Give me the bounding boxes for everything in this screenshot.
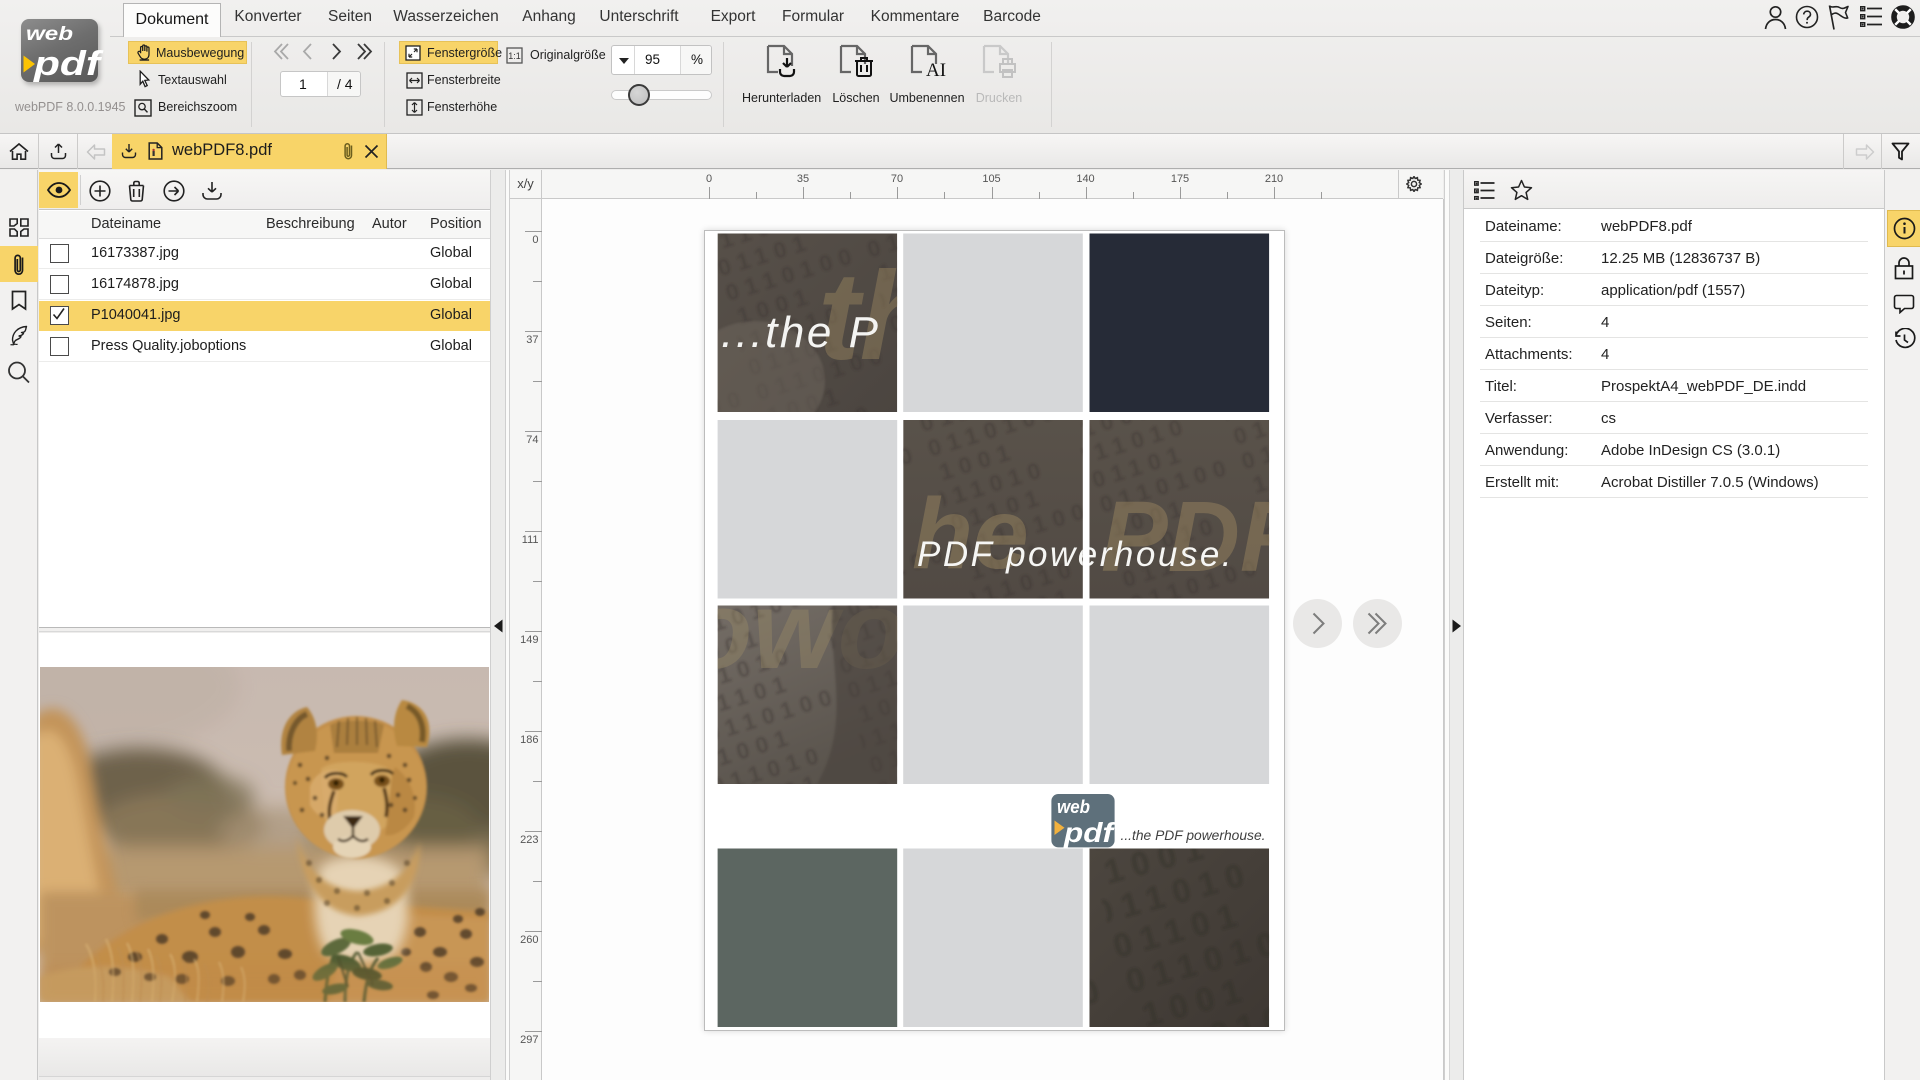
svg-text:pdf: pdf — [1063, 817, 1116, 848]
svg-text:pdf: pdf — [33, 45, 105, 83]
svg-text:...the PDF powerhouse.: ...the PDF powerhouse. — [1121, 828, 1266, 843]
svg-text:AI: AI — [926, 60, 946, 81]
svg-text:web: web — [26, 24, 73, 45]
svg-text:web: web — [1057, 797, 1090, 817]
svg-text:...the P: ...the P — [721, 308, 880, 357]
svg-text:PDF powerhouse.: PDF powerhouse. — [917, 535, 1234, 574]
svg-text:1:1: 1:1 — [508, 51, 521, 61]
